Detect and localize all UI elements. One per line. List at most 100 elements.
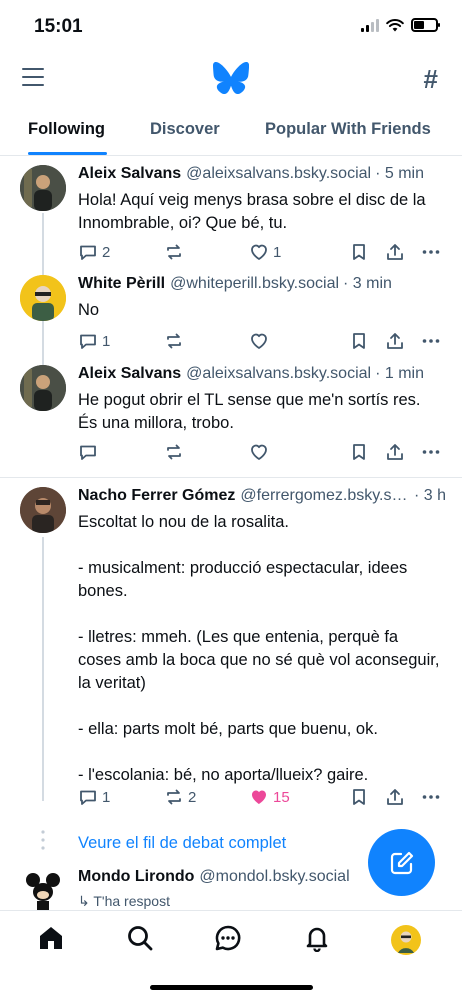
like-count: 1 (273, 243, 282, 261)
reply-button[interactable]: 2 (78, 242, 110, 262)
nav-search[interactable] (126, 924, 154, 957)
bookmark-icon (353, 333, 365, 349)
post-text: Escoltat lo nou de la rosalita. - musica… (78, 513, 440, 784)
bookmark-button[interactable] (350, 331, 368, 351)
heart-icon (251, 333, 267, 349)
like-button[interactable]: 15 (249, 787, 290, 807)
top-bar: # (0, 52, 462, 104)
nav-home[interactable] (37, 924, 65, 957)
reply-icon (80, 245, 96, 260)
repost-icon (167, 333, 181, 349)
author-handle[interactable]: @mondol.bsky.social (199, 868, 349, 886)
share-button[interactable] (385, 242, 405, 262)
home-icon (40, 927, 62, 949)
more-options-button[interactable] (421, 787, 441, 807)
heart-icon (251, 444, 267, 460)
butterfly-icon[interactable] (213, 62, 249, 94)
search-icon (128, 926, 153, 951)
more-options-button[interactable] (421, 331, 441, 351)
share-icon (387, 244, 403, 260)
author-name[interactable]: Aleix Salvans (78, 365, 181, 383)
reply-button[interactable]: 1 (78, 331, 110, 351)
bookmark-button[interactable] (350, 787, 368, 807)
repost-button[interactable]: 2 (164, 787, 196, 807)
status-bar: 15:01 (0, 0, 462, 52)
repost-count: 2 (188, 788, 197, 806)
author-name[interactable]: Aleix Salvans (78, 165, 181, 183)
post-time[interactable]: · 1 min (375, 365, 424, 383)
active-tab-indicator (28, 152, 107, 155)
avatar[interactable] (20, 365, 66, 411)
feed-tabs: Following Discover Popular With Friends (0, 104, 462, 156)
thread-line (42, 537, 44, 801)
repost-icon (167, 444, 181, 460)
reply-button[interactable]: 1 (78, 787, 110, 807)
author-name[interactable]: Nacho Ferrer Gómez (78, 487, 235, 505)
heart-icon (251, 244, 267, 260)
repost-button[interactable] (164, 442, 188, 462)
repost-button[interactable] (164, 242, 188, 262)
hash-icon[interactable]: # (424, 64, 438, 95)
author-handle[interactable]: @aleixsalvans.bsky.social (186, 165, 371, 183)
hamburger-icon[interactable] (22, 68, 44, 86)
avatar[interactable] (20, 165, 66, 211)
more-options-button[interactable] (421, 242, 441, 262)
bookmark-button[interactable] (350, 442, 368, 462)
status-time: 15:01 (34, 16, 83, 37)
nav-chat[interactable] (214, 924, 242, 957)
avatar[interactable] (20, 487, 66, 533)
post-header: Nacho Ferrer Gómez @ferrergomez.bsky.soc… (78, 487, 446, 505)
more-icon (422, 795, 440, 799)
bookmark-icon (353, 244, 365, 260)
post-divider (0, 477, 462, 478)
share-icon (387, 789, 403, 805)
more-options-button[interactable] (421, 442, 441, 462)
author-handle[interactable]: @whiteperill.bsky.social (170, 275, 339, 293)
share-button[interactable] (385, 787, 405, 807)
reply-button[interactable] (78, 442, 102, 462)
home-indicator (150, 985, 313, 990)
avatar[interactable] (20, 275, 66, 321)
post-time[interactable]: · 3 min (343, 275, 392, 293)
reply-icon (80, 790, 96, 805)
nav-notifications[interactable] (303, 924, 331, 957)
heart-filled-icon (252, 790, 266, 804)
compose-button[interactable] (368, 829, 435, 896)
tab-popular-with-friends[interactable]: Popular With Friends (265, 120, 431, 139)
profile-avatar (391, 925, 421, 955)
post-header: Aleix Salvans @aleixsalvans.bsky.social … (78, 165, 446, 183)
repost-button[interactable] (164, 331, 188, 351)
more-icon (422, 450, 440, 454)
share-button[interactable] (385, 331, 405, 351)
post-actions: 2 1 (78, 242, 444, 264)
author-handle[interactable]: @aleixsalvans.bsky.social (186, 365, 371, 383)
reply-count: 1 (102, 788, 111, 806)
bell-icon (306, 927, 328, 953)
post-header: White Pèrill @whiteperill.bsky.social · … (78, 275, 446, 293)
avatar[interactable] (20, 868, 66, 910)
thread-dots (41, 830, 45, 850)
like-button[interactable] (249, 442, 273, 462)
post-time[interactable]: · 3 h (414, 487, 446, 505)
tab-following[interactable]: Following (28, 120, 105, 139)
bookmark-button[interactable] (350, 242, 368, 262)
like-button[interactable] (249, 331, 273, 351)
view-full-thread-link[interactable]: Veure el fil de debat complet (78, 834, 286, 853)
feed[interactable]: Aleix Salvans @aleixsalvans.bsky.social … (0, 157, 462, 910)
tab-discover[interactable]: Discover (150, 120, 220, 139)
post-header: Aleix Salvans @aleixsalvans.bsky.social … (78, 365, 446, 383)
like-button[interactable]: 1 (249, 242, 281, 262)
repost-icon (167, 244, 181, 260)
nav-profile[interactable] (391, 925, 421, 960)
post-actions (78, 442, 444, 464)
share-button[interactable] (385, 442, 405, 462)
share-icon (387, 444, 403, 460)
post-time[interactable]: · 5 min (375, 165, 424, 183)
post-text: He pogut obrir el TL sense que me'n sort… (78, 391, 421, 432)
wifi-icon (386, 19, 404, 32)
author-handle[interactable]: @ferrergomez.bsky.social (240, 487, 410, 505)
like-count: 15 (273, 788, 290, 806)
reply-count: 2 (102, 243, 111, 261)
author-name[interactable]: Mondo Lirondo (78, 868, 194, 886)
author-name[interactable]: White Pèrill (78, 275, 165, 293)
